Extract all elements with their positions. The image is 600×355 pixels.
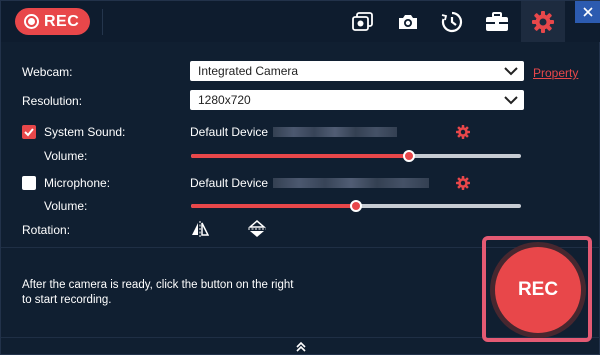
settings-button[interactable]	[521, 1, 565, 42]
double-chevron-up-icon	[296, 341, 306, 352]
rotation-label: Rotation:	[22, 223, 71, 237]
system-volume-thumb[interactable]	[402, 150, 415, 162]
microphone-settings-gear-icon[interactable]	[456, 176, 470, 190]
webcam-select[interactable]: Integrated Camera	[190, 61, 524, 81]
close-icon	[583, 7, 593, 17]
system-sound-checkbox[interactable]	[22, 125, 36, 139]
expand-button[interactable]	[288, 339, 314, 355]
system-sound-label: System Sound:	[44, 125, 126, 139]
gear-icon	[532, 10, 554, 33]
close-button[interactable]	[575, 1, 600, 23]
checkmark-icon	[24, 128, 34, 137]
rec-button-label: REC	[517, 279, 559, 300]
mic-volume-thumb[interactable]	[350, 200, 362, 212]
system-volume-slider[interactable]	[191, 150, 521, 162]
resolution-select[interactable]: 1280x720	[190, 90, 524, 110]
system-volume-label: Volume:	[44, 149, 88, 163]
flip-vertical-icon[interactable]	[248, 220, 266, 238]
schedule-button[interactable]	[430, 1, 474, 42]
divider	[102, 9, 103, 35]
recording-hint: After the camera is ready, click the but…	[22, 279, 294, 306]
microphone-checkbox[interactable]	[22, 176, 36, 190]
flip-horizontal-icon[interactable]	[191, 221, 209, 237]
chevron-down-icon	[504, 96, 518, 105]
chevron-down-icon	[504, 67, 518, 76]
gallery-icon	[352, 11, 373, 31]
toolbox-button[interactable]	[475, 1, 519, 42]
clock-icon	[441, 11, 463, 32]
property-link[interactable]: Property	[533, 66, 578, 80]
mic-volume-label: Volume:	[44, 199, 88, 213]
rec-button[interactable]: REC	[495, 247, 581, 333]
redacted-device-name	[273, 127, 397, 137]
microphone-label: Microphone:	[44, 176, 111, 190]
rec-logo: REC	[15, 8, 90, 35]
resolution-select-value: 1280x720	[198, 93, 251, 107]
record-icon	[24, 14, 39, 29]
gallery-button[interactable]	[341, 1, 385, 42]
resolution-label: Resolution:	[22, 94, 83, 108]
screenshot-button[interactable]	[386, 1, 430, 42]
redacted-device-name	[273, 178, 429, 188]
top-bar: REC	[1, 1, 600, 42]
webcam-select-value: Integrated Camera	[198, 64, 299, 78]
system-sound-device: Default Device	[190, 125, 269, 139]
webcam-label: Webcam:	[22, 65, 73, 79]
rec-logo-label: REC	[44, 12, 80, 30]
webcam-recorder-window: REC Webcam: Integrated Camera Property R…	[0, 0, 600, 355]
toolbox-icon	[486, 11, 508, 31]
camera-icon	[399, 14, 417, 29]
mic-volume-slider[interactable]	[191, 200, 521, 212]
system-sound-settings-gear-icon[interactable]	[456, 125, 470, 139]
microphone-device: Default Device	[190, 176, 269, 190]
